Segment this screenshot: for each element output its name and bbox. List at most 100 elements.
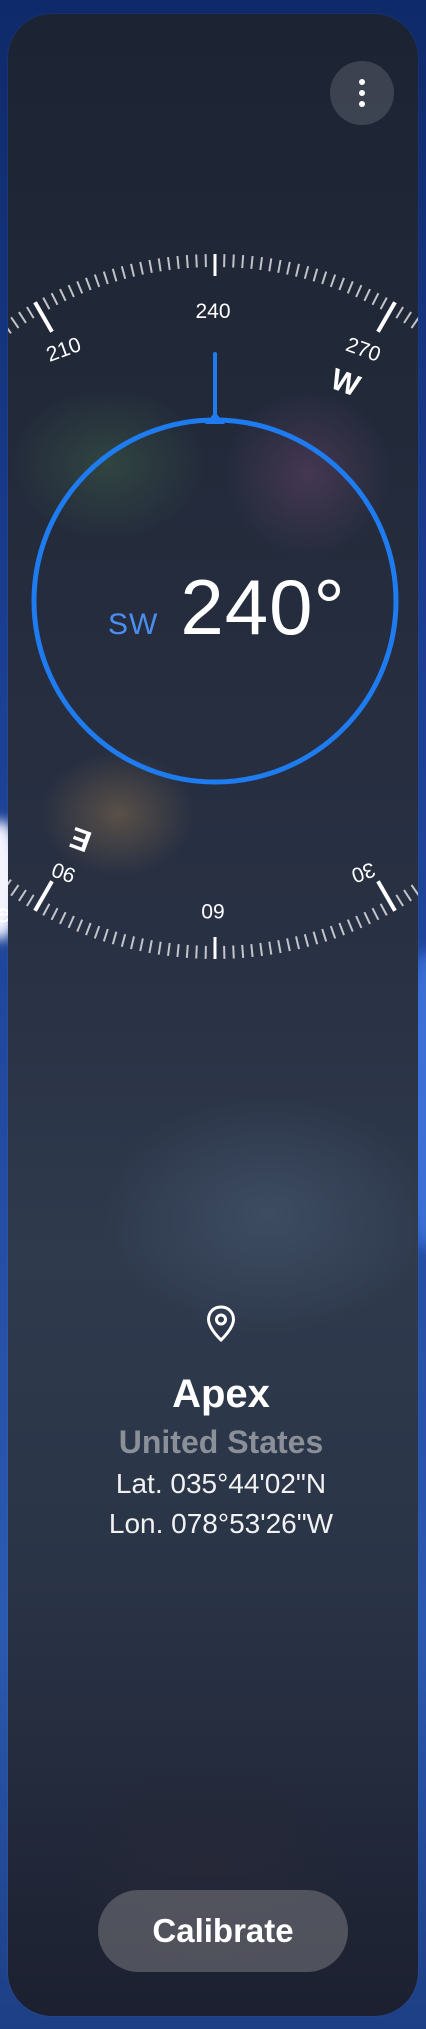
top-scale-tick: [93, 274, 101, 288]
bottom-scale-tick: [139, 938, 144, 952]
top-scale-tick: [167, 256, 171, 271]
bottom-scale-tick: [410, 884, 418, 897]
bottom-scale-tick: [363, 911, 371, 925]
bottom-scale-tick: [268, 941, 273, 955]
compass-dial: 210 240 270 W 90 60 30 E: [8, 254, 418, 959]
bottom-scale-tick: [338, 922, 345, 936]
top-scale-tick: [130, 263, 135, 277]
bottom-scale-tick: [379, 903, 388, 916]
bottom-scale-tick: [376, 880, 397, 912]
top-scale-tick: [395, 306, 404, 319]
top-scale-tick: [8, 327, 12, 334]
top-scale-tick: [50, 292, 59, 306]
top-scale-tick: [355, 284, 363, 298]
bottom-scale-label-30: 30: [348, 857, 378, 887]
bottom-scale-tick: [403, 889, 412, 902]
latitude: Lat. 035°44'02"N: [115, 1468, 327, 1499]
bottom-scale-tick: [59, 911, 67, 925]
bottom-scale-tick: [130, 936, 135, 950]
heading-degrees: 240°: [180, 563, 346, 651]
bottom-scale-label-60: 60: [201, 899, 224, 922]
location-info: Apex United States Lat. 035°44'02"N Lon.…: [8, 1304, 418, 1544]
top-scale-tick: [139, 261, 144, 275]
heading-readout: SW 240°: [108, 562, 346, 662]
top-scale-tick: [403, 311, 412, 324]
top-scale-tick: [303, 266, 310, 280]
bottom-scale-tick: [42, 903, 51, 916]
bottom-scale-tick: [346, 919, 354, 932]
bottom-scale-tick: [10, 884, 20, 897]
bottom-scale-tick: [93, 925, 101, 939]
heading-direction: SW: [108, 608, 159, 641]
bottom-scale-tick: [148, 940, 153, 954]
bottom-scale-tick: [259, 942, 263, 957]
calibrate-button[interactable]: Calibrate: [98, 1890, 348, 1972]
bottom-scale-tick: [33, 880, 54, 912]
bottom-scale-tick: [8, 879, 12, 886]
bottom-scale-tick: [277, 940, 282, 954]
bottom-scale-tick: [371, 907, 380, 921]
top-scale-tick: [26, 306, 35, 319]
bottom-scale-tick: [18, 889, 27, 902]
bottom-scale-tick: [195, 945, 198, 959]
bottom-scale-tick: [111, 931, 118, 945]
bottom-scale-tick: [102, 928, 109, 942]
top-scale-tick: [76, 281, 84, 294]
bottom-scale-tick: [167, 942, 171, 957]
top-scale-tick: [259, 256, 263, 271]
top-scale-tick: [321, 271, 328, 285]
bottom-scale-tick: [295, 936, 300, 950]
bottom-scale-tick: [185, 944, 189, 958]
bottom-scale-tick: [321, 928, 328, 942]
top-scale-tick: [232, 254, 235, 268]
top-scale-tick: [268, 258, 273, 272]
bottom-scale-tick: [303, 933, 310, 947]
bottom-scale-tick: [241, 944, 245, 958]
bottom-scale-tick: [120, 933, 127, 947]
bottom-scale-tick: [232, 945, 235, 959]
top-scale-tick: [195, 254, 198, 268]
top-scale-tick: [410, 316, 418, 329]
top-scale-tick: [85, 277, 92, 291]
top-scale-label-270: 270: [343, 333, 384, 367]
longitude: Lon. 078°53'26"W: [108, 1508, 334, 1539]
bottom-scale-tick: [67, 915, 75, 929]
top-scale-label-210: 210: [43, 333, 84, 367]
bottom-scale-tick: [286, 938, 291, 952]
top-scale-tick: [59, 288, 67, 302]
bottom-scale-tick: [157, 941, 162, 955]
bottom-scale-tick: [395, 894, 404, 907]
top-scale-tick: [277, 259, 282, 273]
bottom-scale-tick: [176, 943, 180, 958]
location-pin-icon: [206, 1305, 236, 1343]
top-scale-tick: [250, 255, 254, 270]
top-scale-tick: [185, 255, 189, 269]
compass-card: 210 240 270 W 90 60 30 E SW 240° Apex Un…: [8, 14, 418, 2016]
top-scale-tick: [295, 263, 300, 277]
top-scale-tick: [42, 297, 51, 310]
top-scale-tick: [111, 268, 118, 282]
bottom-scale-tick: [355, 915, 363, 929]
bottom-scale-tick: [26, 894, 35, 907]
bottom-scale-tick: [50, 907, 59, 921]
top-scale-tick: [67, 284, 75, 298]
top-scale-tick: [102, 271, 109, 285]
bottom-scale-tick: [250, 943, 254, 958]
top-scale-tick: [241, 255, 245, 269]
top-scale-tick: [10, 316, 20, 329]
top-scale-tick: [120, 266, 127, 280]
bottom-scale-cardinal-e: E: [66, 820, 96, 858]
top-scale-tick: [379, 297, 388, 310]
top-scale-tick: [33, 301, 54, 333]
top-scale-tick: [376, 301, 397, 333]
top-scale-tick: [338, 277, 345, 291]
city-name: Apex: [172, 1372, 270, 1416]
top-scale-tick: [363, 288, 371, 302]
bottom-scale-tick: [312, 931, 319, 945]
top-scale-tick: [329, 274, 337, 288]
top-scale-cardinal-w: W: [326, 363, 365, 404]
country-name: United States: [118, 1424, 324, 1460]
bottom-scale-tick: [76, 919, 84, 932]
top-scale-tick: [176, 255, 180, 270]
top-scale-tick: [312, 268, 319, 282]
